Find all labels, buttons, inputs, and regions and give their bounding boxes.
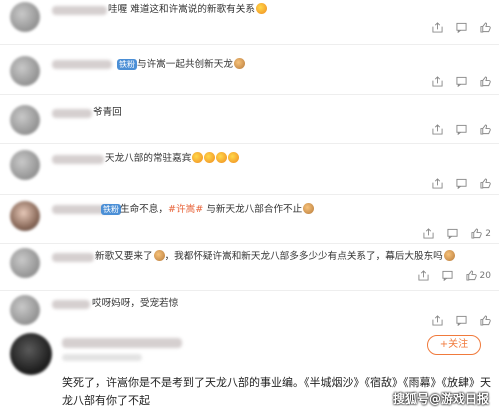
avatar[interactable]: [10, 56, 40, 86]
like-icon[interactable]: [480, 76, 491, 87]
avatar[interactable]: [10, 201, 40, 231]
share-icon[interactable]: [432, 124, 443, 135]
meta-blurred: [62, 354, 142, 361]
username-blurred: [52, 6, 107, 15]
comment-actions: [432, 124, 491, 135]
comment-actions: 2: [423, 228, 491, 239]
main-comment-avatar[interactable]: [10, 333, 52, 375]
comment-actions: 20: [418, 270, 491, 281]
comment-icon[interactable]: [456, 124, 467, 135]
cat-emoji-icon: [153, 250, 165, 261]
divider: [0, 243, 499, 244]
like-icon[interactable]: [480, 124, 491, 135]
username-blurred: [52, 300, 90, 309]
comment-icon[interactable]: [456, 315, 467, 326]
avatar[interactable]: [10, 2, 40, 32]
watermark: 搜狐号@游戏日报: [392, 392, 489, 406]
comment-icon[interactable]: [456, 178, 467, 189]
kiss-emoji-icon: [255, 3, 267, 14]
comment-icon[interactable]: [456, 76, 467, 87]
follow-button[interactable]: +关注: [427, 335, 481, 355]
hashtag-link[interactable]: #许嵩#: [168, 204, 203, 215]
avatar[interactable]: [10, 248, 40, 278]
comment-text: 生命不息，#许嵩# 与新天龙八部合作不止: [120, 203, 315, 216]
comment-text: 新歌又要来了 ，我都怀疑许嵩和新天龙八部多多少少有点关系了，幕后大股东吗: [95, 250, 455, 263]
share-icon[interactable]: [432, 22, 443, 33]
kiss-emoji-icon: [216, 152, 228, 163]
username-blurred: [62, 338, 182, 348]
cat-emoji-icon: [233, 58, 245, 69]
like-icon[interactable]: [471, 228, 482, 239]
username-blurred: [52, 60, 112, 69]
kiss-emoji-icon: [204, 152, 216, 163]
divider: [0, 143, 499, 144]
comment-actions: [432, 178, 491, 189]
cat-emoji-icon: [443, 250, 455, 261]
comment-text: 天龙八部的常驻嘉宾: [105, 152, 240, 165]
comment-icon[interactable]: [442, 270, 453, 281]
kiss-emoji-icon: [228, 152, 240, 163]
divider: [0, 194, 499, 195]
username-blurred: [52, 155, 104, 164]
like-count: 20: [479, 270, 491, 281]
share-icon[interactable]: [423, 228, 434, 239]
like-count: 2: [485, 228, 491, 239]
share-icon[interactable]: [432, 315, 443, 326]
comment-text: 哇喔 难道这和许嵩说的新歌有关系: [108, 3, 267, 16]
comment-text: 与许嵩一起共创新天龙: [137, 58, 245, 71]
kiss-emoji-icon: [192, 152, 204, 163]
comment-text: 爷青回: [93, 107, 122, 118]
avatar[interactable]: [10, 105, 40, 135]
comment-actions: [432, 22, 491, 33]
comment-actions: [432, 315, 491, 326]
divider: [0, 44, 499, 45]
username-blurred: [52, 109, 92, 118]
divider: [0, 94, 499, 95]
like-icon[interactable]: [466, 270, 477, 281]
avatar[interactable]: [10, 150, 40, 180]
share-icon[interactable]: [432, 178, 443, 189]
comment-actions: [432, 76, 491, 87]
avatar[interactable]: [10, 295, 40, 325]
cat-emoji-icon: [303, 203, 315, 214]
fan-badge: 铁粉: [117, 59, 137, 70]
share-icon[interactable]: [418, 270, 429, 281]
share-icon[interactable]: [432, 76, 443, 87]
like-icon[interactable]: [480, 22, 491, 33]
like-icon[interactable]: [480, 315, 491, 326]
divider: [0, 290, 499, 291]
comment-icon[interactable]: [456, 22, 467, 33]
fan-badge: 铁粉: [101, 204, 121, 215]
username-blurred: [52, 253, 94, 262]
like-icon[interactable]: [480, 178, 491, 189]
comment-icon[interactable]: [447, 228, 458, 239]
comment-text: 哎呀妈呀，受宠若惊: [92, 298, 179, 309]
